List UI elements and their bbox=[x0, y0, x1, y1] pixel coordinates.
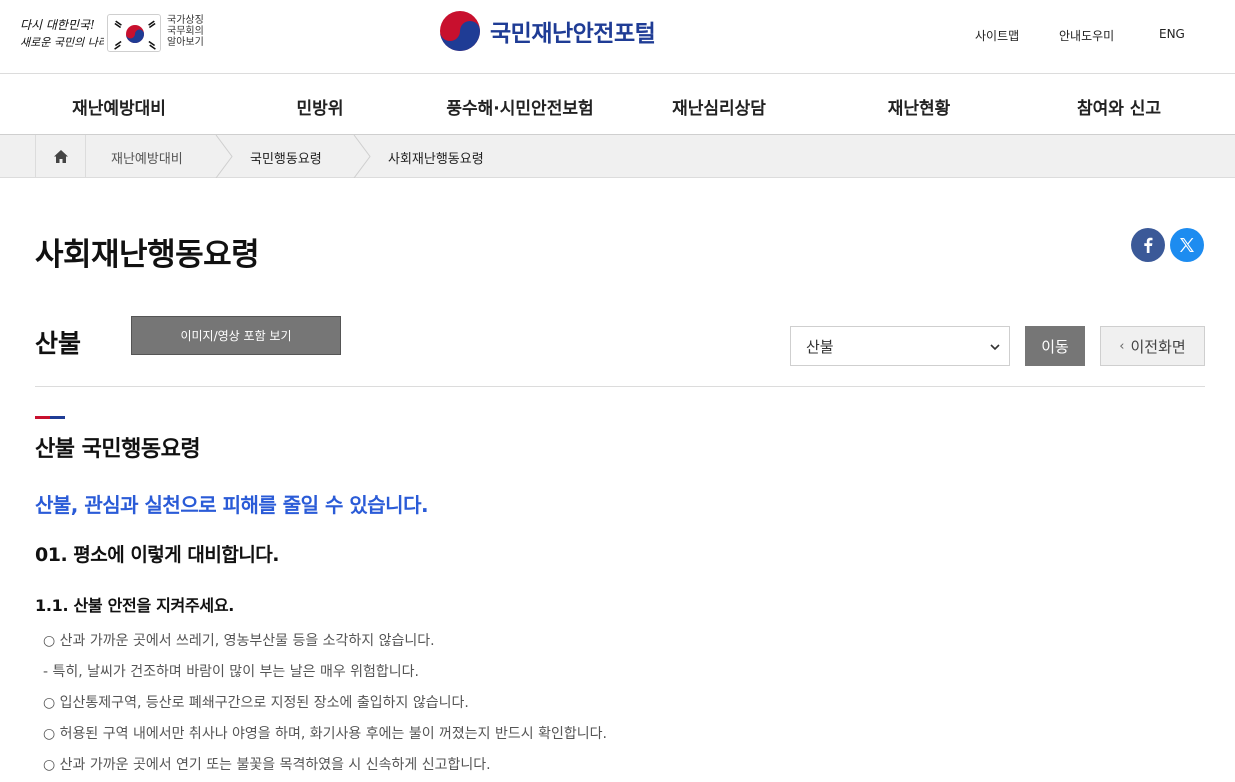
guideline-item: ○ 허용된 구역 내에서만 취사나 야영을 하며, 화기사용 후에는 불이 꺼졌… bbox=[43, 726, 607, 742]
guideline-item: ○ 입산통제구역, 등산로 폐쇄구간으로 지정된 장소에 출입하지 않습니다. bbox=[43, 695, 469, 711]
gov-symbol-link[interactable]: 국가상징 국무회의 알아보기 bbox=[167, 15, 217, 48]
x-share-button[interactable] bbox=[1170, 228, 1204, 262]
national-flag-link[interactable] bbox=[107, 14, 161, 52]
taegukgi-icon bbox=[114, 20, 156, 50]
nav-disaster-status[interactable]: 재난현황 bbox=[888, 94, 951, 119]
site-header: 다시 대한민국! 새로운 국민의 나라 국가상징 국무회의 알아보기 국민재난안… bbox=[0, 0, 1235, 74]
chevron-down-icon bbox=[990, 344, 1000, 351]
government-emblem-icon bbox=[440, 11, 480, 51]
section-title: 산불 국민행동요령 bbox=[35, 437, 201, 462]
home-icon bbox=[53, 150, 68, 163]
subsection-heading: 1.1. 산불 안전을 지켜주세요. bbox=[35, 596, 235, 615]
guide-helper-link[interactable]: 안내도우미 bbox=[1059, 27, 1114, 44]
divider bbox=[35, 386, 1205, 387]
chevron-right-icon bbox=[215, 135, 233, 178]
page-title: 사회재난행동요령 bbox=[35, 237, 260, 273]
breadcrumb: 재난예방대비 국민행동요령 사회재난행동요령 bbox=[0, 135, 1235, 178]
view-with-media-button[interactable]: 이미지/영상 포함 보기 bbox=[131, 316, 341, 355]
breadcrumb-current: 사회재난행동요령 bbox=[388, 152, 484, 167]
select-value: 산불 bbox=[806, 337, 834, 356]
breadcrumb-item[interactable]: 재난예방대비 bbox=[111, 148, 183, 167]
x-logo-icon bbox=[1180, 238, 1194, 252]
site-logo[interactable]: 국민재난안전포털 bbox=[438, 9, 656, 53]
slogan-line-2: 새로운 국민의 나라 bbox=[20, 36, 104, 49]
section-accent-bar bbox=[35, 416, 65, 419]
guideline-item: ○ 산과 가까운 곳에서 쓰레기, 영농부산물 등을 소각하지 않습니다. bbox=[43, 633, 435, 649]
guideline-note: - 특히, 날씨가 건조하며 바람이 많이 부는 날은 매우 위험합니다. bbox=[43, 664, 420, 680]
nav-insurance[interactable]: 풍수해·시민안전보험 bbox=[446, 94, 593, 119]
guideline-item: ○ 산과 가까운 곳에서 연기 또는 불꽃을 목격하였을 시 신속하게 신고합니… bbox=[43, 757, 491, 773]
nav-civil-defense[interactable]: 민방위 bbox=[297, 94, 344, 119]
previous-page-button[interactable]: ‹ 이전화면 bbox=[1100, 326, 1205, 366]
disaster-type-select[interactable]: 산불 bbox=[790, 326, 1010, 366]
step-heading: 01. 평소에 이렇게 대비합니다. bbox=[35, 544, 280, 566]
nav-disaster-prevention[interactable]: 재난예방대비 bbox=[72, 94, 166, 119]
breadcrumb-item[interactable]: 국민행동요령 bbox=[250, 148, 322, 167]
gov-link-line: 국가상징 bbox=[167, 15, 204, 26]
breadcrumb-home[interactable] bbox=[35, 135, 86, 178]
nav-psych-counseling[interactable]: 재난심리상담 bbox=[672, 94, 766, 119]
english-link[interactable]: ENG bbox=[1159, 27, 1185, 41]
sitemap-link[interactable]: 사이트맵 bbox=[975, 27, 1019, 44]
site-title: 국민재난안전포털 bbox=[490, 21, 656, 47]
chevron-right-icon bbox=[353, 135, 371, 178]
previous-page-label: 이전화면 bbox=[1130, 337, 1186, 356]
go-button[interactable]: 이동 bbox=[1025, 326, 1085, 366]
slogan-logo[interactable]: 다시 대한민국! 새로운 국민의 나라 bbox=[18, 14, 104, 52]
facebook-share-button[interactable] bbox=[1131, 228, 1165, 262]
chevron-left-icon: ‹ bbox=[1119, 338, 1125, 354]
nav-participation[interactable]: 참여와 신고 bbox=[1077, 94, 1161, 119]
main-navigation: 재난예방대비 민방위 풍수해·시민안전보험 재난심리상담 재난현황 참여와 신고 bbox=[0, 75, 1235, 135]
lead-text: 산불, 관심과 실천으로 피해를 줄일 수 있습니다. bbox=[35, 493, 429, 517]
slogan-line-1: 다시 대한민국! bbox=[20, 18, 95, 32]
facebook-icon bbox=[1144, 237, 1153, 253]
gov-link-line: 국무회의 bbox=[167, 26, 204, 37]
gov-link-line: 알아보기 bbox=[167, 37, 204, 48]
disaster-type-title: 산불 bbox=[35, 329, 82, 358]
